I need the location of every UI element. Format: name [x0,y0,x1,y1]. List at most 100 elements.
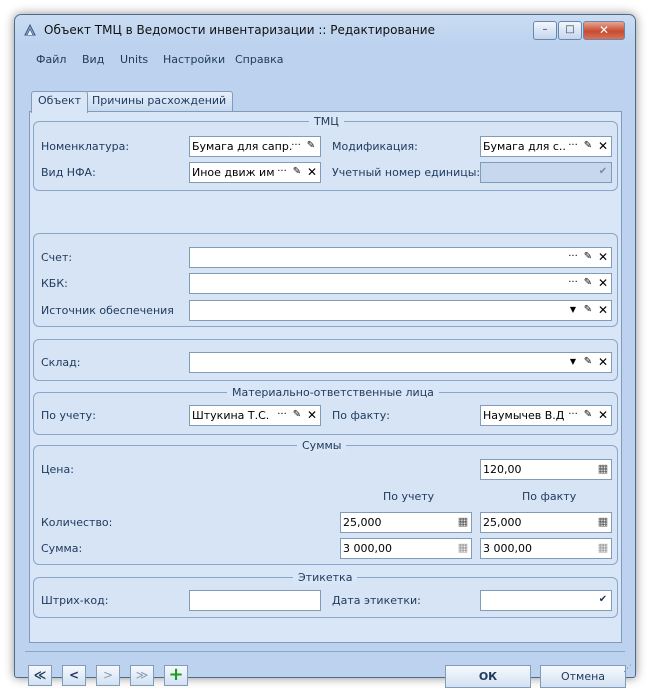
modification-value: Бумага для с... [483,140,565,153]
nfa-field[interactable]: Иное движ иму ··· ✎ ✕ [189,162,321,183]
ellipsis-icon[interactable]: ··· [289,139,303,154]
kbk-field[interactable]: ··· ✎ ✕ [189,273,612,294]
ellipsis-icon[interactable]: ··· [275,165,289,180]
next-record-button[interactable]: > [96,665,120,686]
close-icon[interactable]: ✕ [596,139,610,154]
pencil-icon[interactable]: ✎ [581,303,595,318]
maximize-button[interactable]: □ [558,21,582,40]
ellipsis-icon[interactable]: ··· [566,276,580,291]
close-icon[interactable]: ✕ [305,408,319,423]
nomenclature-field[interactable]: Бумага для сапр. ··· ✎ [189,136,321,157]
group-sums: Суммы Цена: 120,00 ▦ По учету По факту К… [33,439,618,565]
account-field[interactable]: ··· ✎ ✕ [189,247,612,268]
label-date-field[interactable]: ✔ [480,590,612,611]
ellipsis-icon[interactable]: ··· [275,408,289,423]
pencil-icon[interactable]: ✎ [581,139,595,154]
cancel-button[interactable]: Отмена [540,665,626,688]
title-bar[interactable]: Объект ТМЦ в Ведомости инвентаризации ::… [15,15,635,45]
first-record-button[interactable]: ≪ [28,665,52,686]
unit-number-field[interactable]: ✔ [480,162,612,183]
price-field[interactable]: 120,00 ▦ [480,459,612,480]
source-label: Источник обеспечения [41,304,174,317]
by-record-field[interactable]: Штукина Т.С. ··· ✎ ✕ [189,405,321,426]
close-button[interactable]: ✕ [583,21,625,40]
ellipsis-icon[interactable]: ··· [566,250,580,265]
pencil-icon[interactable]: ✎ [581,355,595,370]
calculator-icon[interactable]: ▦ [456,515,470,530]
close-icon[interactable]: ✕ [596,408,610,423]
qty-fact-field[interactable]: 25,000 ▦ [480,512,612,533]
warehouse-field[interactable]: ▼ ✎ ✕ [189,352,612,373]
pencil-icon[interactable]: ✎ [304,139,318,154]
warehouse-label: Склад: [41,356,81,369]
last-record-button[interactable]: ≫ [130,665,154,686]
main-window: Объект ТМЦ в Ведомости инвентаризации ::… [14,14,636,688]
col-fact-header: По факту [522,490,577,503]
menu-bar: Файл Вид Units Настройки Справка [23,45,629,69]
group-warehouse: Склад: ▼ ✎ ✕ [33,339,618,381]
chevron-down-icon[interactable]: ▼ [566,355,580,370]
pencil-icon[interactable]: ✎ [581,408,595,423]
tab-object[interactable]: Объект [31,91,89,113]
qty-label: Количество: [41,516,113,529]
sum-record-value: 3 000,00 [343,542,392,555]
close-icon[interactable]: ✕ [596,303,610,318]
client-area: Файл Вид Units Настройки Справка Объект … [23,45,629,688]
prev-record-button[interactable]: < [62,665,86,686]
by-record-label: По учету: [41,409,96,422]
close-icon[interactable]: ✕ [596,355,610,370]
calculator-icon[interactable]: ▦ [596,462,610,477]
pencil-icon[interactable]: ✎ [581,250,595,265]
nfa-label: Вид НФА: [41,166,96,179]
menu-view[interactable]: Вид [82,53,104,66]
qty-fact-value: 25,000 [483,516,522,529]
calculator-icon[interactable]: ▦ [596,515,610,530]
ok-button[interactable]: ОК [445,665,531,688]
check-icon[interactable]: ✔ [596,593,610,608]
pencil-icon[interactable]: ✎ [290,165,304,180]
qty-record-field[interactable]: 25,000 ▦ [340,512,472,533]
check-icon[interactable]: ✔ [596,165,610,180]
pencil-icon[interactable]: ✎ [581,276,595,291]
minimize-button[interactable]: – [533,21,557,40]
price-label: Цена: [41,463,74,476]
label-date-label: Дата этикетки: [332,594,421,607]
ellipsis-icon[interactable]: ··· [566,139,580,154]
add-record-button[interactable]: + [164,665,188,686]
nomenclature-label: Номенклатура: [41,140,130,153]
resize-grip-icon[interactable]: ⋰ [623,664,632,674]
group-tmc-title: ТМЦ [309,115,344,128]
close-icon[interactable]: ✕ [596,250,610,265]
col-record-header: По учету [383,490,435,503]
group-responsible: Материально-ответственные лица По учету:… [33,386,618,435]
unit-number-label: Учетный номер единицы: [332,166,481,179]
modification-field[interactable]: Бумага для с... ··· ✎ ✕ [480,136,612,157]
nfa-value: Иное движ иму [192,166,274,179]
menu-help[interactable]: Справка [235,53,283,66]
close-icon[interactable]: ✕ [305,165,319,180]
qty-record-value: 25,000 [343,516,382,529]
chevron-down-icon[interactable]: ▼ [566,303,580,318]
by-record-value: Штукина Т.С. [192,409,270,422]
nomenclature-value: Бумага для сапр. [192,140,293,153]
group-tmc: ТМЦ Номенклатура: Бумага для сапр. ··· ✎… [33,115,618,191]
by-fact-field[interactable]: Наумычев В.Д. ··· ✎ ✕ [480,405,612,426]
barcode-field[interactable] [189,590,321,611]
ellipsis-icon[interactable]: ··· [566,408,580,423]
menu-units[interactable]: Units [120,53,148,66]
pencil-icon[interactable]: ✎ [290,408,304,423]
tab-discrepancy-reasons[interactable]: Причины расхождений [85,91,234,112]
app-icon [24,23,36,36]
menu-file[interactable]: Файл [36,53,66,66]
by-fact-value: Наумычев В.Д. [483,409,565,422]
group-label: Этикетка Штрих-код: Дата этикетки: ✔ [33,571,618,618]
menu-settings[interactable]: Настройки [163,53,225,66]
sum-record-field[interactable]: 3 000,00 ▦ [340,538,472,559]
calculator-icon[interactable]: ▦ [456,541,470,556]
plus-icon: + [168,664,184,685]
barcode-label: Штрих-код: [41,594,109,607]
source-field[interactable]: ▼ ✎ ✕ [189,300,612,321]
close-icon[interactable]: ✕ [596,276,610,291]
calculator-icon[interactable]: ▦ [596,541,610,556]
sum-fact-field[interactable]: 3 000,00 ▦ [480,538,612,559]
